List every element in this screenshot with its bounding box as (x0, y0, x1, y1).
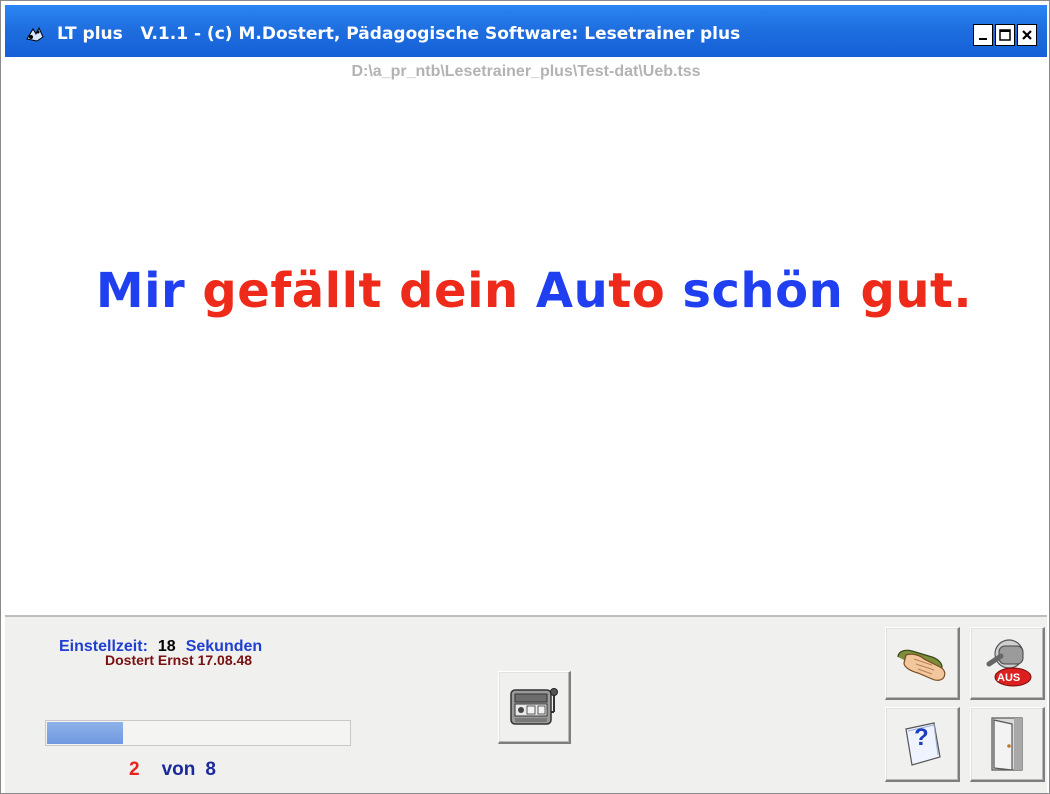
slot-machine-icon (510, 688, 558, 725)
close-button[interactable] (1017, 24, 1037, 46)
maximize-icon (999, 29, 1011, 41)
sentence-word: Mir (95, 263, 203, 319)
exercise-counter: 2 von 8 (129, 759, 216, 781)
app-window: LT plus V.1.1 - (c) M.Dostert, Pädagogis… (0, 0, 1050, 794)
sentence-word: gut. (860, 263, 973, 319)
window-title: LT plus V.1.1 - (c) M.Dostert, Pädagogis… (57, 24, 741, 44)
progress-bar (45, 720, 351, 746)
sentence-word: Au (535, 263, 609, 319)
app-icon (26, 26, 44, 42)
aus-button[interactable]: AUS (970, 627, 1045, 700)
title-bar[interactable]: LT plus V.1.1 - (c) M.Dostert, Pädagogis… (5, 5, 1047, 57)
user-name: Dostert Ernst 17.08.48 (105, 652, 253, 668)
total-count: 8 (205, 759, 216, 780)
of-label: von (161, 759, 196, 780)
file-path: D:\a_pr_ntb\Lesetrainer_plus\Test-dat\Ue… (351, 63, 701, 80)
sentence-word: to (608, 263, 683, 319)
minimize-icon (979, 38, 987, 40)
hand-button[interactable] (885, 627, 960, 700)
current-index: 2 (129, 759, 140, 780)
close-icon (1022, 30, 1032, 40)
aus-label: AUS (997, 672, 1021, 684)
slot-machine-button[interactable] (498, 671, 571, 744)
sentence-word: schön (682, 263, 861, 319)
door-icon (991, 717, 1023, 771)
minimize-button[interactable] (973, 24, 993, 46)
progress-fill (47, 722, 123, 744)
sentence-word: gefällt (202, 263, 400, 319)
maximize-button[interactable] (995, 24, 1015, 46)
sentence-word: dein (399, 263, 536, 319)
hand-icon (897, 649, 946, 681)
reading-sentence: Mir gefällt dein Auto schön gut. (1, 263, 1050, 319)
help-label: ? (914, 724, 929, 751)
exit-button[interactable] (970, 707, 1045, 782)
help-button[interactable]: ? (885, 707, 960, 782)
